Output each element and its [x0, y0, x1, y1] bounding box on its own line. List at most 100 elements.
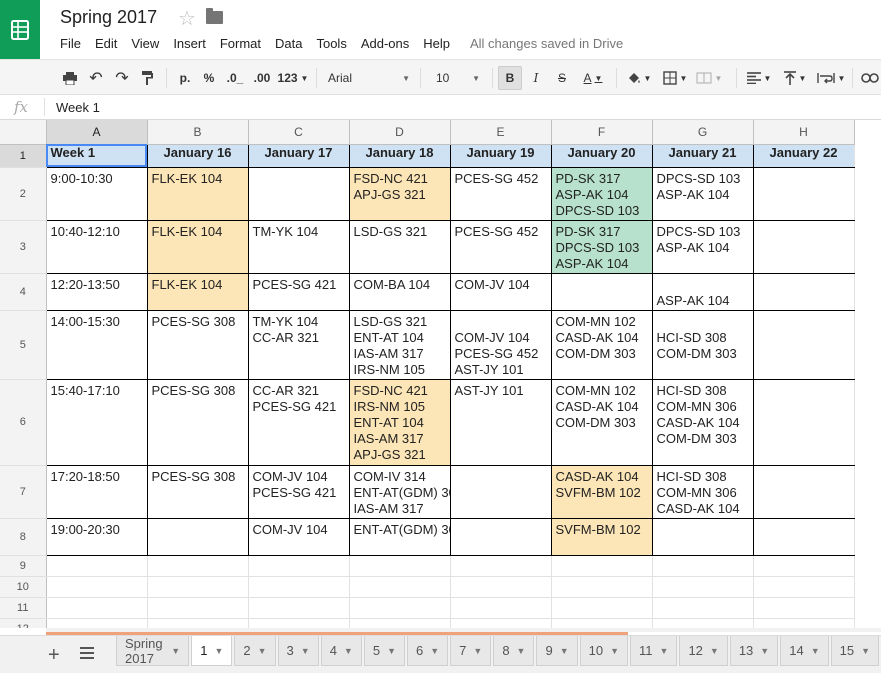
cell-g6[interactable]: HCI-SD 308 COM-MN 306 CASD-AK 104 COM-DM 30… [651, 378, 754, 466]
cell-c12[interactable] [247, 618, 350, 628]
row-header-6[interactable]: 6 [0, 379, 47, 466]
cell-h6[interactable] [752, 378, 855, 466]
menu-addons[interactable]: Add-ons [361, 36, 409, 52]
sheet-tab-spring-2017[interactable]: Spring 2017 ▼ [116, 636, 190, 666]
all-sheets-icon[interactable] [80, 647, 94, 659]
chevron-down-icon[interactable]: ▼ [430, 646, 439, 656]
cell-g9[interactable] [651, 555, 754, 577]
cell-a4[interactable]: 12:20-13:50 [45, 272, 148, 311]
menu-insert[interactable]: Insert [173, 36, 206, 52]
chevron-down-icon[interactable]: ▼ [344, 646, 353, 656]
cell-h7[interactable] [752, 464, 855, 519]
sheet-tab-15[interactable]: 15 ▼ [830, 636, 879, 666]
font-size-select[interactable]: 10 ▼ [430, 68, 486, 88]
cell-g4[interactable]: ASP-AK 104 [651, 272, 754, 311]
column-header-f[interactable]: F [551, 120, 653, 145]
sheet-tab-7[interactable]: 7 ▼ [450, 636, 492, 666]
row-header-3[interactable]: 3 [0, 220, 47, 274]
column-header-d[interactable]: D [349, 120, 451, 145]
cell-d6[interactable]: FSD-NC 421 IRS-NM 105 ENT-AT 104 IAS-AM 317… [348, 378, 451, 466]
chevron-down-icon[interactable]: ▼ [660, 646, 669, 656]
currency-format-button[interactable]: p. [176, 68, 194, 88]
cell-c9[interactable] [247, 555, 350, 577]
row-header-9[interactable]: 9 [0, 555, 47, 577]
cell-e1[interactable]: January 19 [449, 143, 552, 168]
menu-tools[interactable]: Tools [316, 36, 346, 52]
menu-file[interactable]: File [60, 36, 81, 52]
cell-b9[interactable] [146, 555, 249, 577]
cell-h12[interactable] [752, 618, 855, 628]
cell-a2[interactable]: 9:00-10:30 [45, 166, 148, 221]
row-header-10[interactable]: 10 [0, 576, 47, 598]
cell-d5[interactable]: LSD-GS 321 ENT-AT 104 IAS-AM 317 IRS-NM 105 [348, 309, 451, 380]
paint-format-icon[interactable] [138, 68, 158, 88]
cell-f9[interactable] [550, 555, 653, 577]
cell-c2[interactable] [247, 166, 350, 221]
menu-help[interactable]: Help [423, 36, 450, 52]
wrap-icon[interactable]: ▼ [814, 68, 848, 88]
chevron-down-icon[interactable]: ▼ [560, 646, 569, 656]
sheet-tab-9[interactable]: 9 ▼ [536, 636, 578, 666]
cell-g11[interactable] [651, 597, 754, 619]
document-title[interactable]: Spring 2017 [60, 7, 157, 28]
cell-b12[interactable] [146, 618, 249, 628]
cell-h8[interactable] [752, 517, 855, 556]
cell-h3[interactable] [752, 219, 855, 274]
align-icon[interactable]: ▼ [744, 68, 774, 88]
chevron-down-icon[interactable]: ▼ [301, 646, 310, 656]
cell-c5[interactable]: TM-YK 104 CC-AR 321 [247, 309, 350, 380]
italic-button[interactable]: I [526, 68, 546, 88]
cell-e10[interactable] [449, 576, 552, 598]
cell-g1[interactable]: January 21 [651, 143, 754, 168]
cell-c4[interactable]: PCES-SG 421 [247, 272, 350, 311]
cell-b5[interactable]: PCES-SG 308 [146, 309, 249, 380]
merge-icon[interactable]: ▼ [694, 68, 724, 88]
decrease-decimal-button[interactable]: .0_ [224, 68, 246, 88]
cell-h4[interactable] [752, 272, 855, 311]
cell-d11[interactable] [348, 597, 451, 619]
column-header-b[interactable]: B [147, 120, 249, 145]
sheet-tab-1[interactable]: 1 ▼ [191, 636, 233, 666]
cell-d7[interactable]: COM-IV 314ENT-AT(GDM) 303IAS-AM 317 [348, 464, 451, 519]
cell-c3[interactable]: TM-YK 104 [247, 219, 350, 274]
cell-h10[interactable] [752, 576, 855, 598]
cell-a7[interactable]: 17:20-18:50 [45, 464, 148, 519]
menu-view[interactable]: View [131, 36, 159, 52]
cell-f1[interactable]: January 20 [550, 143, 653, 168]
undo-icon[interactable]: ↶ [86, 68, 106, 88]
sheet-tab-11[interactable]: 11 ▼ [630, 636, 678, 666]
chevron-down-icon[interactable]: ▼ [811, 646, 820, 656]
cell-f8[interactable]: SVFM-BM 102 [550, 517, 653, 556]
row-header-1[interactable]: 1 [0, 144, 47, 168]
column-header-h[interactable]: H [753, 120, 855, 145]
row-header-7[interactable]: 7 [0, 465, 47, 519]
text-color-button[interactable]: A ▼ [578, 68, 608, 88]
chevron-down-icon[interactable]: ▼ [517, 646, 526, 656]
fill-color-icon[interactable]: ▼ [624, 68, 654, 88]
cell-a10[interactable] [45, 576, 148, 598]
cell-b11[interactable] [146, 597, 249, 619]
cell-c7[interactable]: COM-JV 104 PCES-SG 421 [247, 464, 350, 519]
select-all-corner[interactable] [0, 120, 47, 145]
more-formats-button[interactable]: 123 ▼ [276, 68, 310, 88]
sheet-tab-12[interactable]: 12 ▼ [679, 636, 728, 666]
cell-g12[interactable] [651, 618, 754, 628]
cell-f4[interactable] [550, 272, 653, 311]
cell-a3[interactable]: 10:40-12:10 [45, 219, 148, 274]
row-header-2[interactable]: 2 [0, 167, 47, 221]
cell-g8[interactable] [651, 517, 754, 556]
cell-d10[interactable] [348, 576, 451, 598]
cell-h9[interactable] [752, 555, 855, 577]
row-header-11[interactable]: 11 [0, 597, 47, 619]
cell-c6[interactable]: CC-AR 321 PCES-SG 421 [247, 378, 350, 466]
cell-e11[interactable] [449, 597, 552, 619]
formula-input[interactable]: Week 1 [56, 100, 100, 115]
cell-b3[interactable]: FLK-EK 104 [146, 219, 249, 274]
cell-a8[interactable]: 19:00-20:30 [45, 517, 148, 556]
borders-icon[interactable]: ▼ [660, 68, 690, 88]
bold-button[interactable]: B [498, 66, 522, 90]
sheet-tab-8[interactable]: 8 ▼ [493, 636, 535, 666]
chevron-down-icon[interactable]: ▼ [610, 646, 619, 656]
cell-d3[interactable]: LSD-GS 321 [348, 219, 451, 274]
chevron-down-icon[interactable]: ▼ [258, 646, 267, 656]
